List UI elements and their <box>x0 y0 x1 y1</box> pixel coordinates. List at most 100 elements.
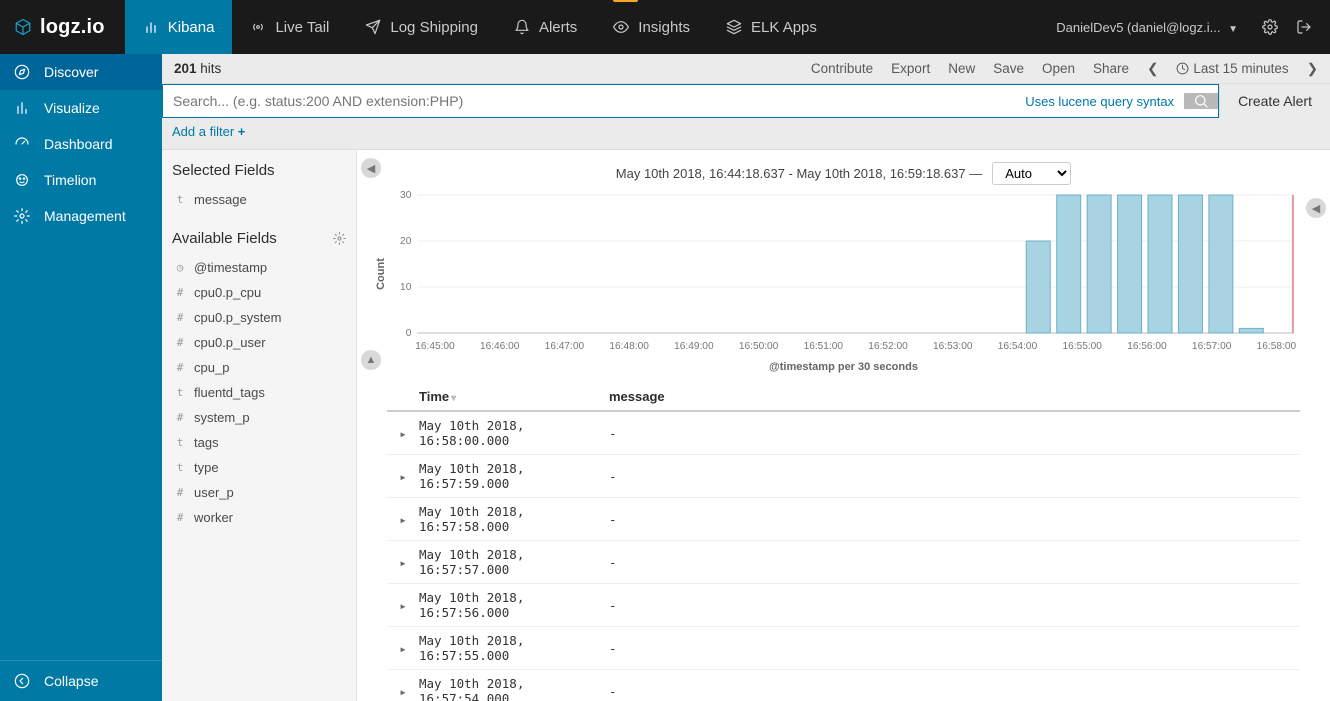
lucene-help-link[interactable]: Uses lucene query syntax <box>1015 94 1184 109</box>
cell-message: - <box>609 555 1300 570</box>
send-icon <box>365 19 381 35</box>
field-type-icon: # <box>174 286 186 299</box>
table-row[interactable]: ▸May 10th 2018, 16:57:56.000- <box>387 584 1300 627</box>
cell-message: - <box>609 684 1300 699</box>
svg-text:30: 30 <box>400 190 412 201</box>
expand-row-icon[interactable]: ▸ <box>387 598 419 613</box>
field-name: fluentd_tags <box>194 385 265 400</box>
expand-chart-button[interactable]: ▲ <box>361 350 381 370</box>
field-item[interactable]: tfluentd_tags <box>172 380 346 405</box>
broadcast-icon <box>250 19 266 35</box>
svg-text:16:47:00: 16:47:00 <box>545 341 585 352</box>
link-share[interactable]: Share <box>1093 61 1129 76</box>
link-open[interactable]: Open <box>1042 61 1075 76</box>
nav-insights[interactable]: New Insights <box>595 0 708 54</box>
table-row[interactable]: ▸May 10th 2018, 16:57:58.000- <box>387 498 1300 541</box>
sidebar-item-label: Visualize <box>44 100 100 116</box>
search-icon <box>1193 93 1209 109</box>
create-alert-button[interactable]: Create Alert <box>1219 84 1330 118</box>
brand-logo[interactable]: logz.io <box>0 0 125 54</box>
field-item[interactable]: #user_p <box>172 480 346 505</box>
logout-icon[interactable] <box>1296 19 1312 35</box>
field-type-icon: # <box>174 311 186 324</box>
field-type-icon: # <box>174 411 186 424</box>
search-input[interactable] <box>163 85 1015 117</box>
sidebar-item-discover[interactable]: Discover <box>0 54 162 90</box>
field-item[interactable]: tmessage <box>172 187 346 212</box>
interval-select[interactable]: Auto <box>992 162 1071 185</box>
nav-log-shipping[interactable]: Log Shipping <box>347 0 496 54</box>
sidebar-item-dashboard[interactable]: Dashboard <box>0 126 162 162</box>
link-save[interactable]: Save <box>993 61 1024 76</box>
col-time[interactable]: Time▾ <box>419 389 609 404</box>
bell-icon <box>514 19 530 35</box>
add-filter-button[interactable]: Add a filter + <box>172 124 245 139</box>
nav-kibana[interactable]: Kibana <box>125 0 233 54</box>
field-item[interactable]: #cpu0.p_system <box>172 305 346 330</box>
table-row[interactable]: ▸May 10th 2018, 16:57:54.000- <box>387 670 1300 701</box>
field-item[interactable]: #system_p <box>172 405 346 430</box>
svg-text:16:54:00: 16:54:00 <box>998 341 1038 352</box>
nav-live-tail[interactable]: Live Tail <box>232 0 347 54</box>
table-row[interactable]: ▸May 10th 2018, 16:57:57.000- <box>387 541 1300 584</box>
sort-desc-icon: ▾ <box>451 393 456 404</box>
svg-text:16:56:00: 16:56:00 <box>1127 341 1167 352</box>
field-name: cpu0.p_cpu <box>194 285 261 300</box>
field-item[interactable]: #worker <box>172 505 346 530</box>
field-name: tags <box>194 435 219 450</box>
link-export[interactable]: Export <box>891 61 930 76</box>
nav-kibana-label: Kibana <box>168 19 215 36</box>
expand-row-icon[interactable]: ▸ <box>387 555 419 570</box>
col-message[interactable]: message <box>609 389 665 404</box>
nav-elk-apps[interactable]: ELK Apps <box>708 0 835 54</box>
table-row[interactable]: ▸May 10th 2018, 16:57:59.000- <box>387 455 1300 498</box>
time-prev-button[interactable]: ❮ <box>1147 61 1158 77</box>
time-range-picker[interactable]: Last 15 minutes <box>1176 61 1288 76</box>
clock-icon <box>1176 62 1189 75</box>
nav-insights-label: Insights <box>638 19 690 36</box>
field-item[interactable]: ◷@timestamp <box>172 255 346 280</box>
collapse-chart-button[interactable]: ◀ <box>1306 198 1326 218</box>
sidebar-collapse[interactable]: Collapse <box>0 660 162 701</box>
link-new[interactable]: New <box>948 61 975 76</box>
fields-gear-icon[interactable] <box>333 232 346 245</box>
search-button[interactable] <box>1184 93 1218 109</box>
link-contribute[interactable]: Contribute <box>811 61 873 76</box>
caret-down-icon: ▼ <box>1228 24 1238 35</box>
field-item[interactable]: #cpu_p <box>172 355 346 380</box>
user-menu[interactable]: DanielDev5 (daniel@logz.i... ▼ <box>1056 20 1244 35</box>
hits-count: 201 <box>174 61 197 76</box>
expand-row-icon[interactable]: ▸ <box>387 641 419 656</box>
field-type-icon: # <box>174 511 186 524</box>
expand-row-icon[interactable]: ▸ <box>387 684 419 699</box>
cell-time: May 10th 2018, 16:57:59.000 <box>419 461 609 491</box>
table-head: Time▾ message <box>387 383 1300 412</box>
user-name: DanielDev5 (daniel@logz.i... <box>1056 20 1220 35</box>
time-next-button[interactable]: ❯ <box>1307 61 1318 77</box>
table-row[interactable]: ▸May 10th 2018, 16:57:55.000- <box>387 627 1300 670</box>
field-item[interactable]: ttags <box>172 430 346 455</box>
sidebar-item-visualize[interactable]: Visualize <box>0 90 162 126</box>
nav-alerts[interactable]: Alerts <box>496 0 595 54</box>
cell-message: - <box>609 469 1300 484</box>
nav-live-tail-label: Live Tail <box>275 19 329 36</box>
field-item[interactable]: ttype <box>172 455 346 480</box>
field-item[interactable]: # cpu0.p_cpu <box>172 280 346 305</box>
expand-row-icon[interactable]: ▸ <box>387 426 419 441</box>
expand-row-icon[interactable]: ▸ <box>387 512 419 527</box>
expand-row-icon[interactable]: ▸ <box>387 469 419 484</box>
field-item[interactable]: #cpu0.p_user <box>172 330 346 355</box>
histogram-chart[interactable]: Count 010203016:45:0016:46:0016:47:0016:… <box>387 189 1300 359</box>
field-type-icon: # <box>174 361 186 374</box>
svg-text:16:57:00: 16:57:00 <box>1192 341 1232 352</box>
sidebar-item-label: Discover <box>44 64 98 80</box>
sidebar-item-management[interactable]: Management <box>0 198 162 234</box>
search-box: Uses lucene query syntax <box>162 84 1219 118</box>
svg-text:16:53:00: 16:53:00 <box>933 341 973 352</box>
svg-text:16:45:00: 16:45:00 <box>415 341 455 352</box>
table-row[interactable]: ▸May 10th 2018, 16:58:00.000- <box>387 412 1300 455</box>
sidebar-item-label: Timelion <box>44 172 96 188</box>
sidebar-item-timelion[interactable]: Timelion <box>0 162 162 198</box>
collapse-fields-button[interactable]: ◀ <box>361 158 381 178</box>
gear-icon[interactable] <box>1262 19 1278 35</box>
